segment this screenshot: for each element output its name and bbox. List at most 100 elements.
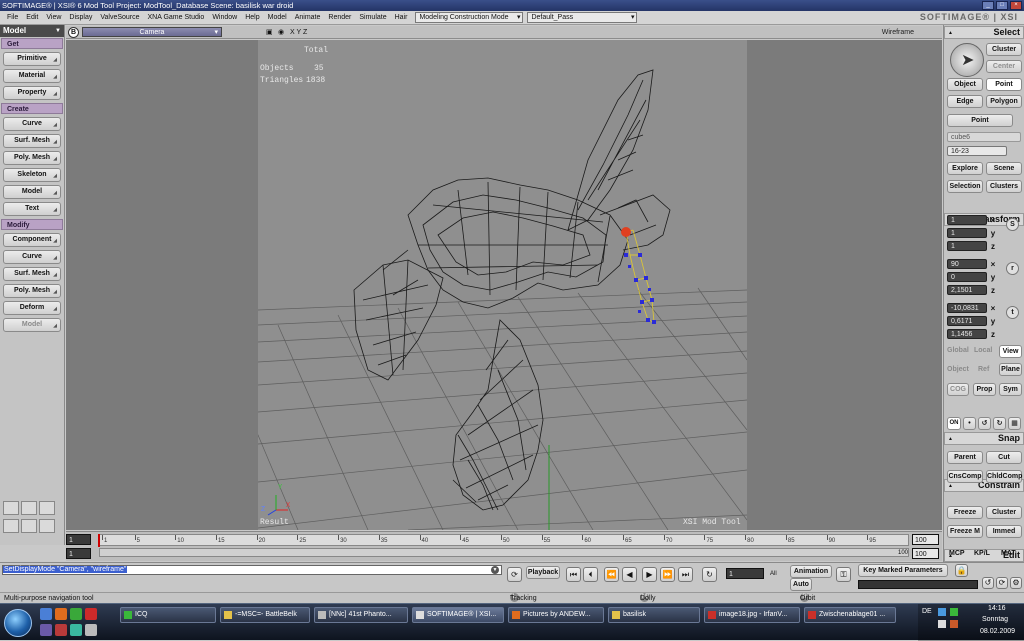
snap-grid-icon[interactable]: ▦ [1008,417,1021,430]
cluster-select-button[interactable]: Cluster [986,43,1022,56]
rewind-icon[interactable]: ⏪ [604,567,619,582]
fast-forward-icon[interactable]: ⏩ [660,567,675,582]
selection-button[interactable]: Selection [947,180,983,193]
task-zwischenablage[interactable]: Zwischenablage01 ... [804,607,896,623]
chldcomp-button[interactable]: ChldComp [986,470,1022,483]
layout-custom-icon[interactable] [39,519,55,533]
create-text-button[interactable]: Text ◢ [3,202,61,216]
primitive-button[interactable]: Primitive ◢ [3,52,61,66]
last-frame-icon[interactable]: ⏭ [678,567,693,582]
prop-button[interactable]: Prop [973,383,996,396]
freeze-button[interactable]: Freeze [947,506,983,519]
key-icon[interactable]: ⚿ [836,567,851,582]
task-softimage[interactable]: SOFTIMAGE® | XSI... [412,607,504,623]
menu-help[interactable]: Help [241,11,263,25]
viewport-letter[interactable]: B [68,27,79,38]
modify-deform-button[interactable]: Deform ◢ [3,301,61,315]
view-ref-button[interactable]: View [999,345,1022,358]
property-button[interactable]: Property ◢ [3,86,61,100]
camera-view[interactable]: Total Objects 35 Triangles 1838 Result X… [258,40,747,530]
refresh-icon[interactable]: ⟳ [996,577,1008,589]
layout-horizontal-icon[interactable] [21,519,37,533]
options-icon[interactable]: ⚙ [1010,577,1022,589]
create-curve-button[interactable]: Curve ◢ [3,117,61,131]
explore-button[interactable]: Explore [947,162,983,175]
timeline-ruler[interactable]: 1 5 10 15 20 25 30 35 40 45 50 55 60 65 70 75 80 85 90 95 [98,534,909,547]
modify-poly-mesh-button[interactable]: Poly. Mesh ◢ [3,284,61,298]
language-indicator[interactable]: DE [922,608,932,615]
translate-y-field[interactable]: 0,6171 [947,316,987,326]
task-battlebelk[interactable]: -=MSC=- BattleBelk [220,607,310,623]
translate-x-field[interactable]: -10,0831 [947,303,987,313]
app-quick-icon[interactable] [85,608,97,620]
lock-icon[interactable]: 🔒 [955,564,968,577]
layout-single-icon[interactable] [39,501,55,515]
task-pictures[interactable]: Pictures by ANDEW... [508,607,604,623]
show-desktop-icon[interactable] [40,608,52,620]
task-basilisk[interactable]: basilisk [608,607,700,623]
minimize-button[interactable]: _ [982,1,994,10]
timeline-range-bar[interactable] [99,548,909,557]
auto-key-button[interactable]: Auto [790,578,812,591]
chevron-down-icon[interactable]: ▼ [491,566,499,574]
game-quick-icon[interactable] [55,624,67,636]
rotate-x-field[interactable]: 90 [947,259,987,269]
task-irfanview[interactable]: image18.jpg - IrfanV... [704,607,800,623]
axes-toggle[interactable]: X Y Z [290,27,307,38]
icq-quick-icon[interactable] [70,608,82,620]
menu-window[interactable]: Window [208,11,241,25]
timeline-out-field[interactable]: 100 [912,548,939,559]
menu-animate[interactable]: Animate [291,11,325,25]
media-quick-icon[interactable] [40,624,52,636]
menu-valvesource[interactable]: ValveSource [96,11,143,25]
task-icq[interactable]: ICQ [120,607,216,623]
sym-button[interactable]: Sym [999,383,1022,396]
tab-mat[interactable]: MAT [1001,550,1016,557]
animation-button[interactable]: Animation [790,565,832,578]
tray-app2-icon[interactable] [950,620,958,628]
scale-x-field[interactable]: 1 [947,215,987,225]
rotate-button[interactable]: r [1006,262,1019,275]
menu-edit[interactable]: Edit [22,11,42,25]
global-ref-button[interactable]: Global [947,347,969,354]
component-range-field[interactable]: 16-23 [947,146,1007,156]
pass-select[interactable]: Default_Pass ▾ [527,12,638,23]
tray-app-icon[interactable] [950,608,958,616]
script-command-line[interactable]: SetDisplayMode "Camera", "wireframe" ▼ [2,565,502,575]
clock-time[interactable]: 14:16 [988,605,1006,612]
loop-icon[interactable]: ↻ [702,567,717,582]
create-poly-mesh-button[interactable]: Poly. Mesh ◢ [3,151,61,165]
snap-rotate-icon[interactable]: ↻ [993,417,1006,430]
clusters-button[interactable]: Clusters [986,180,1022,193]
translate-z-field[interactable]: 1,1456 [947,329,987,339]
layout-vertical-icon[interactable] [3,519,19,533]
create-model-button[interactable]: Model ◢ [3,185,61,199]
network-icon[interactable] [938,608,946,616]
object-mode-button[interactable]: Object [947,78,983,91]
object-ref-button[interactable]: Object [947,366,969,373]
modify-surf-mesh-button[interactable]: Surf. Mesh ◢ [3,267,61,281]
playback-options-icon[interactable]: ⟳ [507,567,522,582]
local-ref-button[interactable]: Local [974,347,992,354]
chat-quick-icon[interactable] [70,624,82,636]
menu-display[interactable]: Display [65,11,96,25]
menu-hair[interactable]: Hair [391,11,412,25]
task-nnc[interactable]: [NNc] 41st Phanto... [314,607,408,623]
immed-button[interactable]: Immed [986,525,1022,538]
edge-mode-button[interactable]: Edge [947,95,983,108]
step-back-icon[interactable]: ◀ [622,567,637,582]
tab-mcp[interactable]: MCP [949,550,965,557]
select-arrow-button[interactable]: ➤ [950,43,984,77]
maximize-button[interactable]: □ [996,1,1008,10]
playback-button[interactable]: Playback [526,566,560,579]
cog-button[interactable]: COG [947,383,969,396]
select-section-title[interactable]: ▲ Select [944,26,1024,39]
display-mode-select[interactable]: Wireframe [882,27,914,38]
cut-button[interactable]: Cut [986,451,1022,464]
current-frame-field[interactable]: 1 [726,568,764,579]
rotate-z-field[interactable]: 2,1501 [947,285,987,295]
playhead[interactable] [98,534,100,547]
mode-select[interactable]: Modeling Construction Mode ▾ [415,12,524,23]
snap-curve-icon[interactable]: ↺ [978,417,991,430]
ref-ref-button[interactable]: Ref [978,366,989,373]
